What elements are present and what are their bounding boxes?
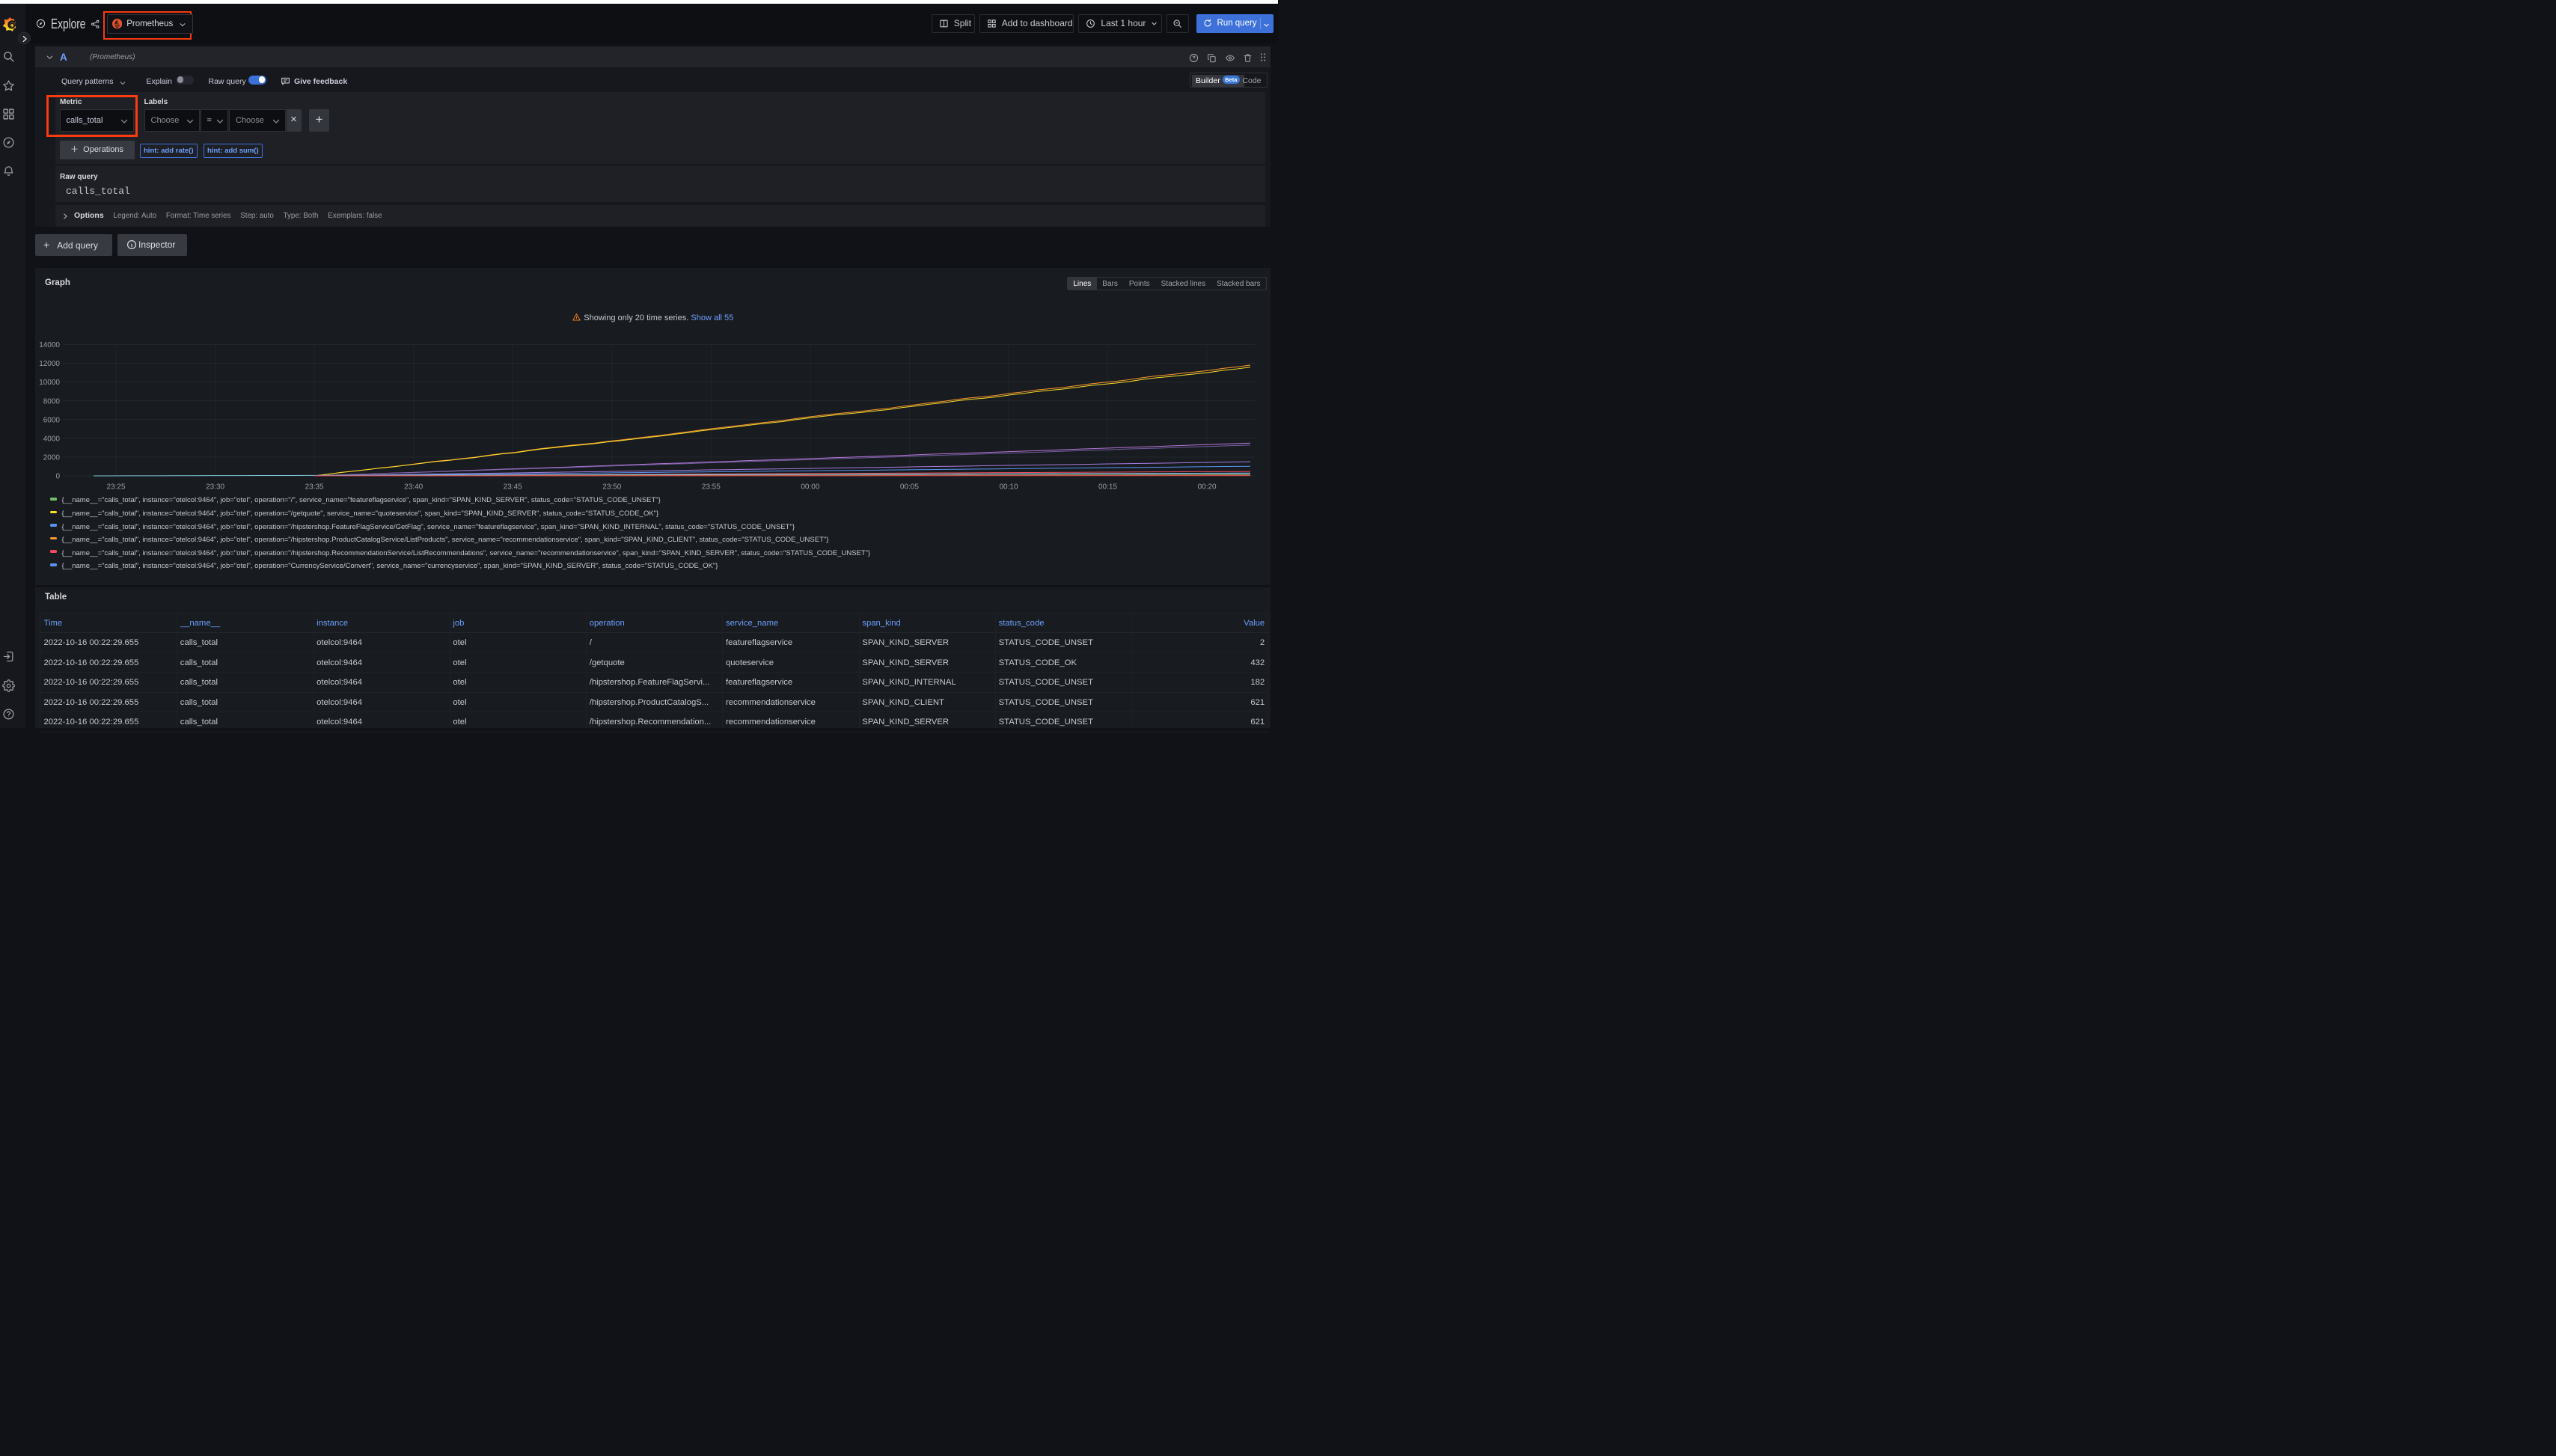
svg-text:0: 0	[55, 473, 60, 481]
svg-text:12000: 12000	[39, 360, 60, 368]
svg-text:00:10: 00:10	[999, 483, 1018, 492]
svg-text:14000: 14000	[39, 341, 60, 349]
svg-text:00:15: 00:15	[1098, 483, 1117, 492]
svg-text:23:55: 23:55	[702, 483, 721, 492]
svg-text:2000: 2000	[43, 454, 61, 462]
svg-text:4000: 4000	[43, 435, 61, 444]
svg-text:23:35: 23:35	[305, 483, 324, 492]
svg-text:00:05: 00:05	[900, 483, 919, 492]
svg-text:23:30: 23:30	[206, 483, 224, 492]
svg-text:23:25: 23:25	[106, 483, 125, 492]
svg-text:10000: 10000	[39, 379, 60, 387]
svg-text:23:50: 23:50	[602, 483, 621, 492]
svg-text:23:45: 23:45	[504, 483, 522, 492]
svg-text:6000: 6000	[43, 416, 61, 424]
svg-text:00:20: 00:20	[1198, 483, 1217, 492]
svg-text:8000: 8000	[43, 397, 61, 406]
svg-text:23:40: 23:40	[404, 483, 423, 492]
svg-text:00:00: 00:00	[801, 483, 819, 492]
